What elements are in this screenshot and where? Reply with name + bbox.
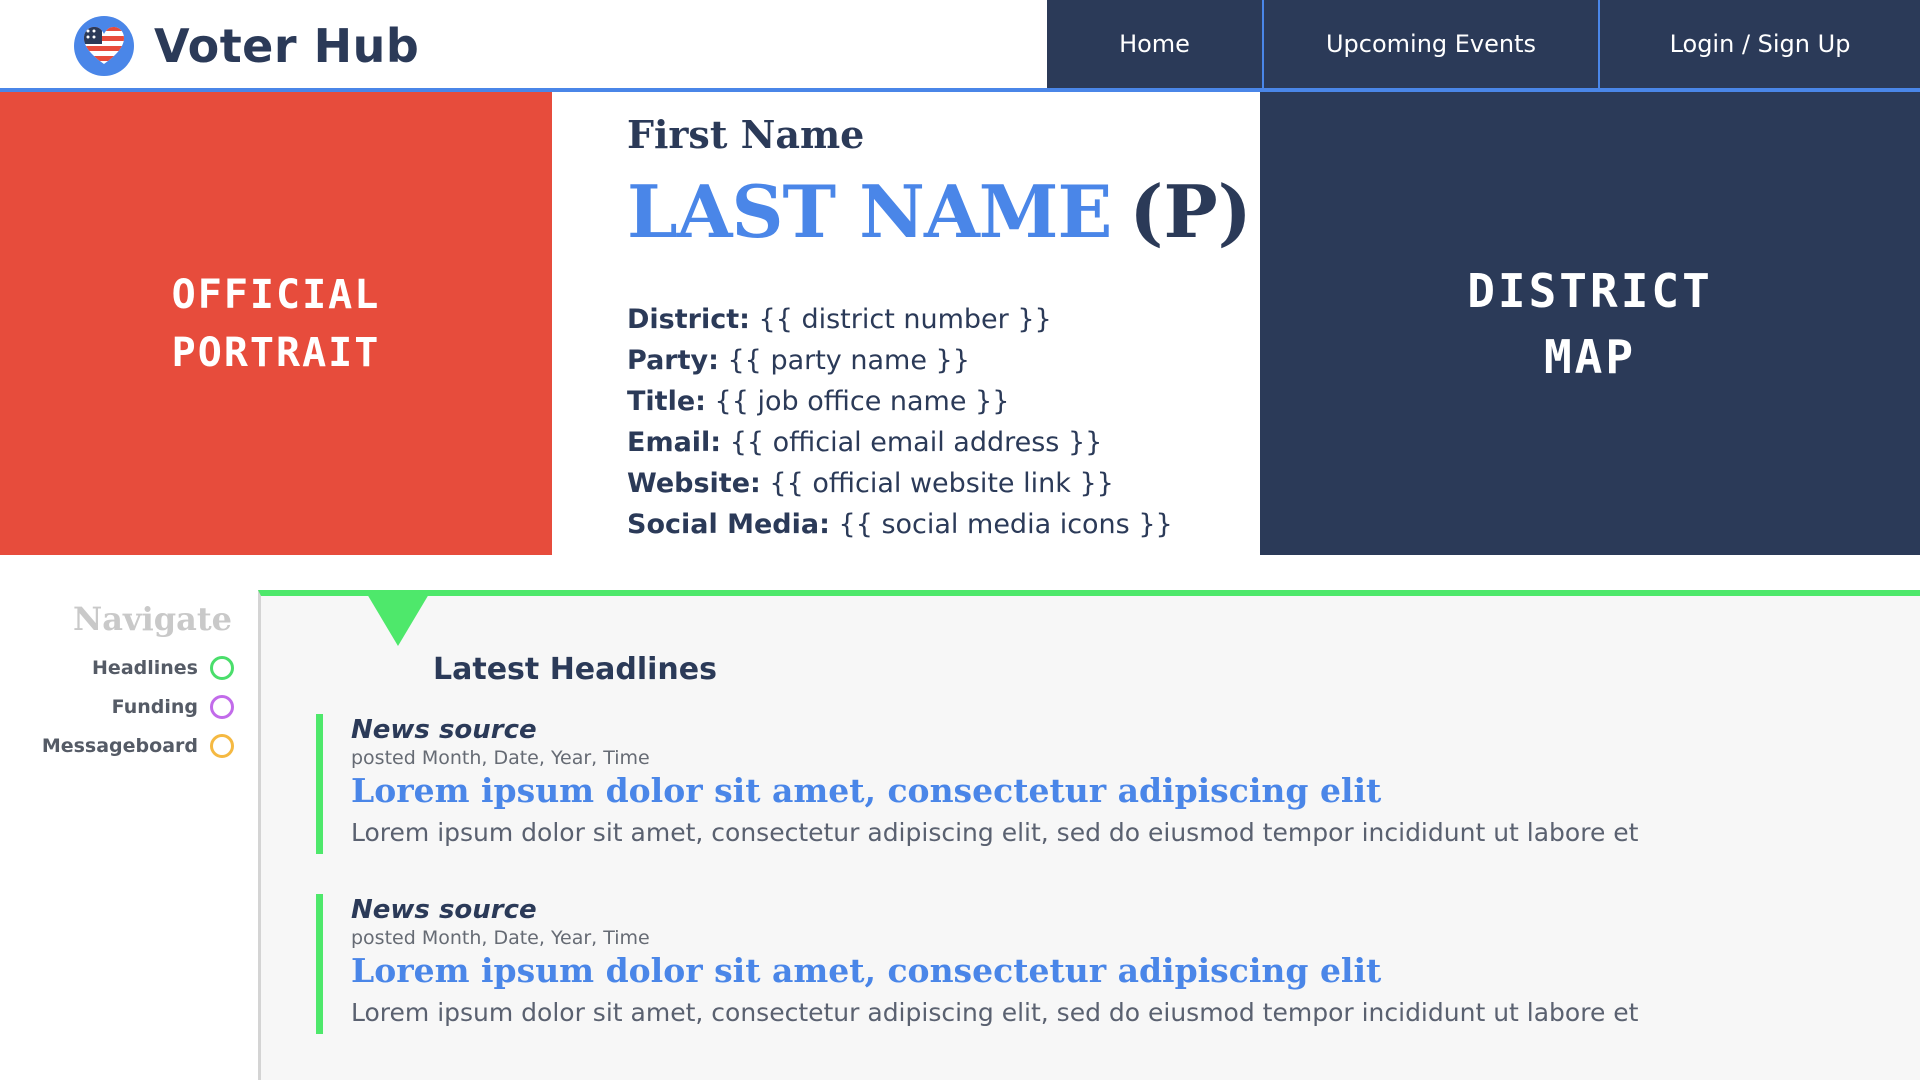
purple-ring-icon — [210, 694, 234, 719]
navigate-sidebar: Navigate Headlines Funding Messageboard — [0, 600, 240, 765]
detail-website: Website: {{ official website link }} — [627, 463, 1247, 504]
detail-value: {{ district number }} — [758, 304, 1052, 335]
party-letter: (P) — [1129, 169, 1252, 254]
green-ring-icon — [210, 655, 234, 680]
article-source: News source — [351, 715, 537, 745]
detail-value[interactable]: {{ official website link }} — [769, 468, 1113, 499]
article-source: News source — [351, 895, 537, 925]
portrait-label: OFFICIAL PORTRAIT — [171, 271, 381, 376]
detail-value: {{ job office name }} — [714, 386, 1010, 417]
detail-value: {{ party name }} — [727, 345, 970, 376]
brand[interactable]: Voter Hub — [74, 14, 419, 78]
site-header: Voter Hub Home Upcoming Events Login / S… — [0, 0, 1920, 92]
heart-flag-icon — [74, 16, 134, 76]
article-summary: Lorem ipsum dolor sit amet, consectetur … — [351, 818, 1639, 847]
nav-home[interactable]: Home — [1047, 0, 1262, 88]
sidebar-item-messageboard[interactable]: Messageboard — [0, 726, 240, 765]
article-summary: Lorem ipsum dolor sit amet, consectetur … — [351, 998, 1639, 1027]
sidebar-item-label: Funding — [111, 695, 198, 718]
detail-email: Email: {{ official email address }} — [627, 422, 1247, 463]
detail-party: Party: {{ party name }} — [627, 340, 1247, 381]
last-name-line: LAST NAME (P) — [627, 168, 1252, 277]
detail-label: Website: — [627, 468, 761, 499]
detail-value[interactable]: {{ official email address }} — [730, 427, 1103, 458]
detail-district: District: {{ district number }} — [627, 299, 1247, 340]
detail-label: Social Media: — [627, 509, 830, 540]
article-posted: posted Month, Date, Year, Time — [351, 927, 650, 949]
detail-value[interactable]: {{ social media icons }} — [839, 509, 1173, 540]
panel-pointer-icon — [367, 594, 429, 646]
headline-article: News source posted Month, Date, Year, Ti… — [316, 894, 1876, 1034]
headline-article: News source posted Month, Date, Year, Ti… — [316, 714, 1876, 854]
official-profile: First Name LAST NAME (P) District: {{ dis… — [627, 110, 1252, 545]
headlines-title: Latest Headlines — [433, 652, 717, 687]
sidebar-item-funding[interactable]: Funding — [0, 687, 240, 726]
brand-title: Voter Hub — [154, 19, 420, 73]
nav-upcoming-events[interactable]: Upcoming Events — [1262, 0, 1598, 88]
detail-label: Party: — [627, 345, 719, 376]
detail-label: Email: — [627, 427, 722, 458]
sidebar-title: Navigate — [73, 600, 232, 638]
sidebar-item-headlines[interactable]: Headlines — [0, 648, 240, 687]
detail-label: District: — [627, 304, 750, 335]
detail-social-media: Social Media: {{ social media icons }} — [627, 504, 1247, 545]
district-map-placeholder: DISTRICT MAP — [1260, 92, 1920, 555]
official-details: District: {{ district number }} Party: {… — [627, 299, 1247, 545]
district-map-label: DISTRICT MAP — [1467, 263, 1713, 384]
orange-ring-icon — [210, 733, 234, 758]
last-name: LAST NAME — [627, 169, 1112, 254]
first-name: First Name — [627, 112, 865, 157]
detail-label: Title: — [627, 386, 706, 417]
article-posted: posted Month, Date, Year, Time — [351, 747, 650, 769]
article-title-link[interactable]: Lorem ipsum dolor sit amet, consectetur … — [351, 950, 1876, 992]
sidebar-item-label: Messageboard — [41, 734, 198, 757]
nav-login-signup[interactable]: Login / Sign Up — [1598, 0, 1920, 88]
sidebar-item-label: Headlines — [92, 656, 198, 679]
headlines-panel: Latest Headlines News source posted Mont… — [258, 590, 1920, 1080]
top-nav: Home Upcoming Events Login / Sign Up — [1047, 0, 1920, 88]
official-portrait-placeholder: OFFICIAL PORTRAIT — [0, 92, 552, 555]
article-title-link[interactable]: Lorem ipsum dolor sit amet, consectetur … — [351, 770, 1876, 812]
detail-title: Title: {{ job office name }} — [627, 381, 1247, 422]
